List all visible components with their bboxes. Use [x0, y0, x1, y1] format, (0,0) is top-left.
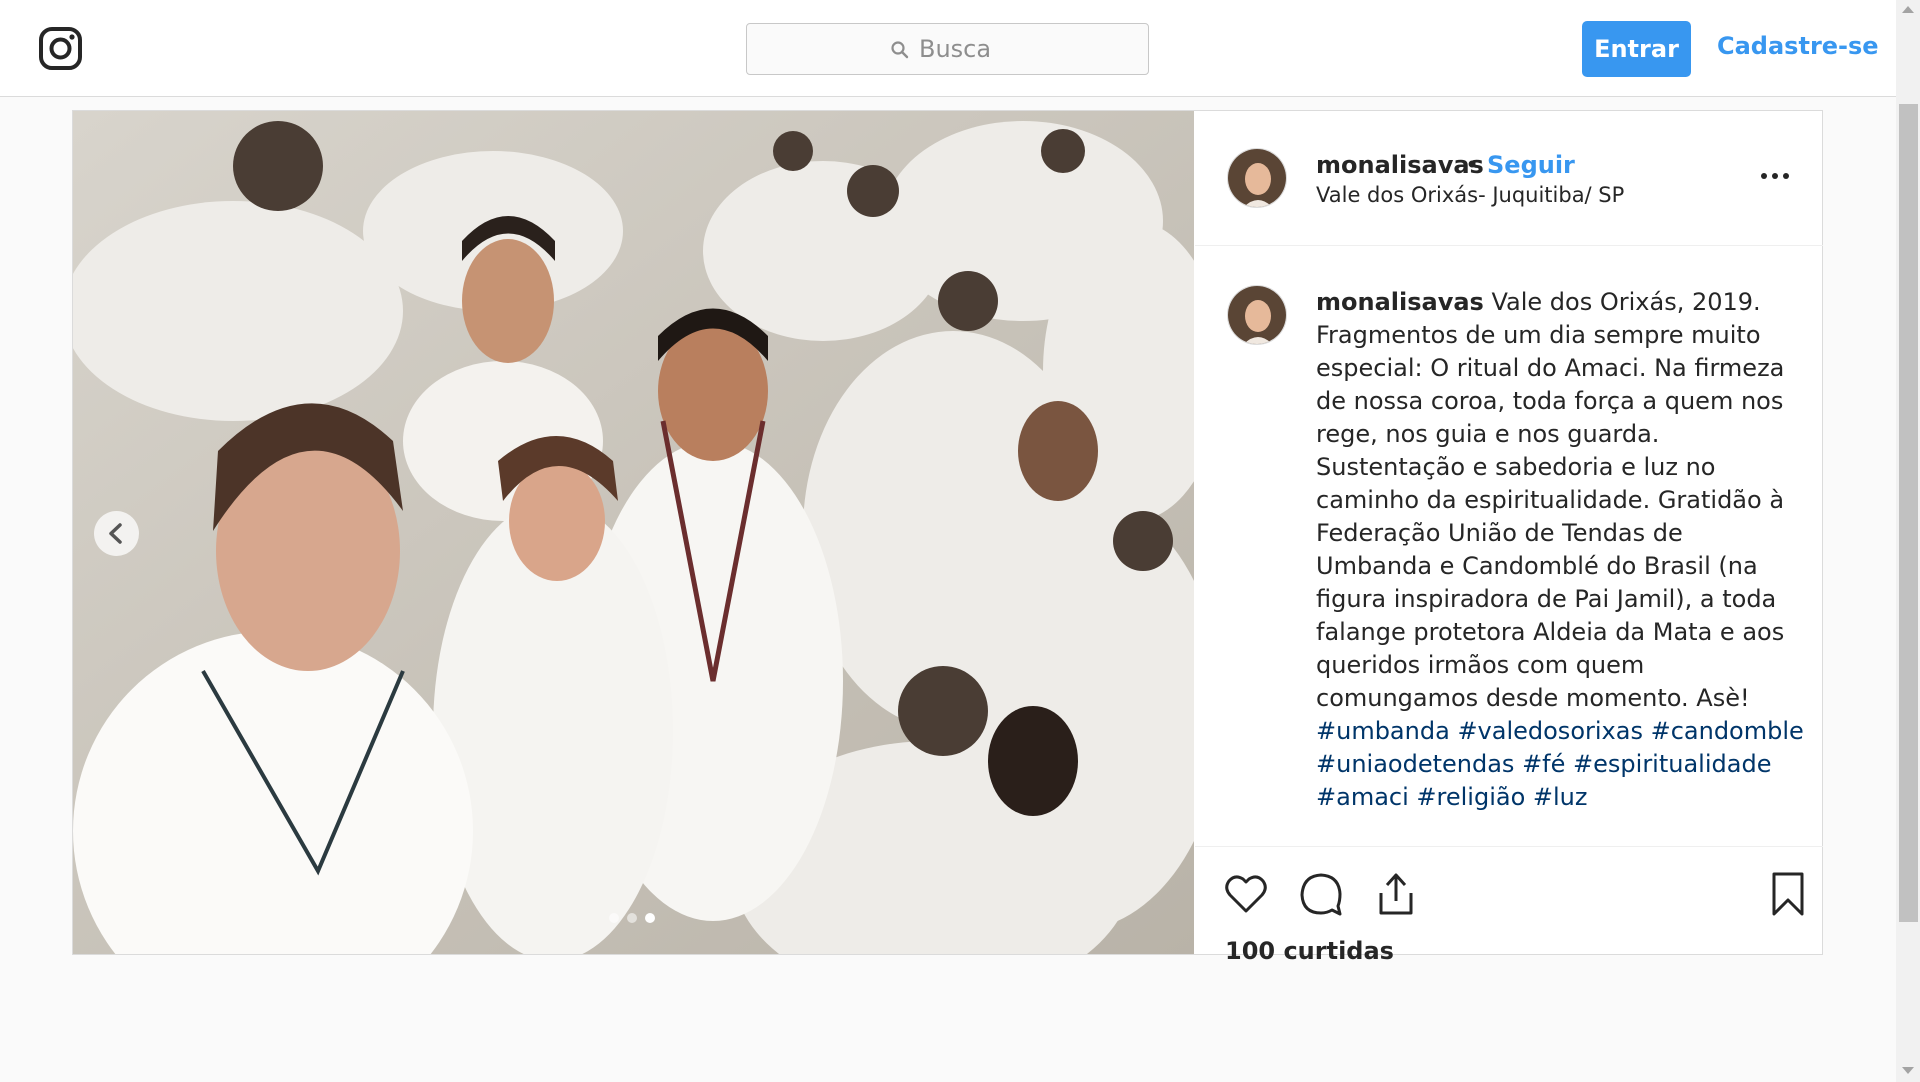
hashtag-link[interactable]: #fé	[1522, 750, 1565, 778]
post-header: monalisavas • Seguir Vale dos Orixás- Ju…	[1195, 111, 1823, 246]
post-card: monalisavas • Seguir Vale dos Orixás- Ju…	[72, 110, 1823, 965]
bookmark-icon[interactable]	[1765, 871, 1811, 917]
photo-crowd-image	[73, 111, 1194, 954]
likes-count[interactable]: 100 curtidas	[1225, 937, 1394, 965]
post-username[interactable]: monalisavas	[1316, 151, 1484, 179]
search-box[interactable]	[746, 23, 1149, 75]
more-icon[interactable]	[1761, 173, 1789, 179]
separator-dot: •	[1465, 151, 1480, 179]
avatar[interactable]	[1227, 285, 1287, 345]
caption-username[interactable]: monalisavas	[1316, 288, 1484, 316]
carousel-dot	[609, 913, 619, 923]
post-actions: 100 curtidas	[1195, 846, 1823, 965]
hashtag-link[interactable]: #religião	[1416, 783, 1525, 811]
hashtag-link[interactable]: #valedosorixas	[1457, 717, 1643, 745]
post-sidebar: monalisavas • Seguir Vale dos Orixás- Ju…	[1195, 111, 1823, 965]
login-button[interactable]: Entrar	[1582, 21, 1691, 77]
scrollbar-thumb[interactable]	[1899, 104, 1918, 922]
caption-area: monalisavas Vale dos Orixás, 2019. Fragm…	[1195, 247, 1823, 847]
caption-text: Vale dos Orixás, 2019. Fragmentos de um …	[1316, 288, 1785, 712]
hashtag-link[interactable]: #candomble	[1651, 717, 1804, 745]
scroll-up-arrow-icon[interactable]	[1902, 6, 1914, 13]
hashtag-link[interactable]: #umbanda	[1316, 717, 1450, 745]
heart-icon[interactable]	[1223, 871, 1269, 917]
carousel-prev-button[interactable]	[94, 511, 139, 556]
scroll-down-arrow-icon[interactable]	[1902, 1067, 1914, 1074]
carousel-dot	[627, 913, 637, 923]
carousel-indicator	[609, 913, 655, 923]
post-location[interactable]: Vale dos Orixás- Juquitiba/ SP	[1316, 183, 1624, 207]
top-navigation-bar: Entrar Cadastre-se	[0, 0, 1896, 97]
post-photo[interactable]	[73, 111, 1194, 954]
signup-link[interactable]: Cadastre-se	[1717, 32, 1879, 60]
post-caption: monalisavas Vale dos Orixás, 2019. Fragm…	[1316, 286, 1806, 814]
comment-icon[interactable]	[1298, 871, 1344, 917]
hashtag-link[interactable]: #uniaodetendas	[1316, 750, 1514, 778]
share-icon[interactable]	[1373, 871, 1419, 917]
search-input[interactable]	[919, 32, 1139, 66]
hashtag-link[interactable]: #amaci	[1316, 783, 1409, 811]
search-icon	[891, 41, 909, 59]
hashtag-link[interactable]: #luz	[1533, 783, 1588, 811]
avatar-image	[1228, 149, 1286, 207]
hashtag-link[interactable]: #espiritualidade	[1573, 750, 1771, 778]
follow-button[interactable]: Seguir	[1487, 151, 1575, 179]
avatar[interactable]	[1227, 148, 1287, 208]
chevron-left-icon	[109, 523, 122, 544]
avatar-image	[1228, 286, 1286, 344]
instagram-logo-icon[interactable]	[38, 26, 83, 71]
carousel-dot-active	[645, 913, 655, 923]
